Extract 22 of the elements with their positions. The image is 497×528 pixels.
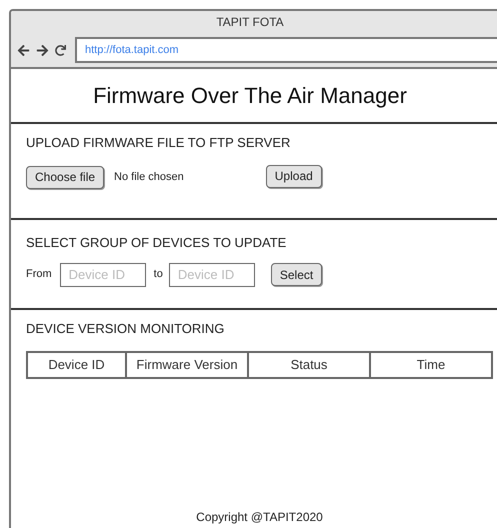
column-header: Device ID <box>47 356 106 374</box>
choose-file-button[interactable]: Choose file <box>26 166 104 188</box>
window-title: TAPIT FOTA <box>216 14 284 31</box>
from-label: From <box>26 267 52 282</box>
to-device-field[interactable]: Device ID <box>168 262 255 286</box>
column-header: Status <box>247 352 369 376</box>
forward-icon[interactable] <box>36 44 49 56</box>
copyright-text: Copyright @TAPIT2020 <box>196 509 323 526</box>
back-icon[interactable] <box>17 44 30 56</box>
from-device-field[interactable]: Device ID <box>60 262 146 286</box>
file-status: No file chosen <box>114 170 184 185</box>
upload-button[interactable]: Upload <box>266 164 322 188</box>
section-title: SELECT GROUP OF DEVICES TO UPDATE <box>26 234 286 252</box>
column-header: Firmware Version <box>125 352 247 376</box>
to-label: to <box>154 267 163 282</box>
page-heading: Firmware Over The Air Manager <box>93 82 407 110</box>
reload-icon[interactable] <box>55 44 66 56</box>
select-button[interactable]: Select <box>270 263 322 286</box>
address-field[interactable]: http://fota.tapit.com <box>75 37 497 63</box>
section-title: UPLOAD FIRMWARE FILE TO FTP SERVER <box>26 134 290 152</box>
section-title: DEVICE VERSION MONITORING <box>26 320 224 338</box>
column-header: Time <box>369 352 491 376</box>
